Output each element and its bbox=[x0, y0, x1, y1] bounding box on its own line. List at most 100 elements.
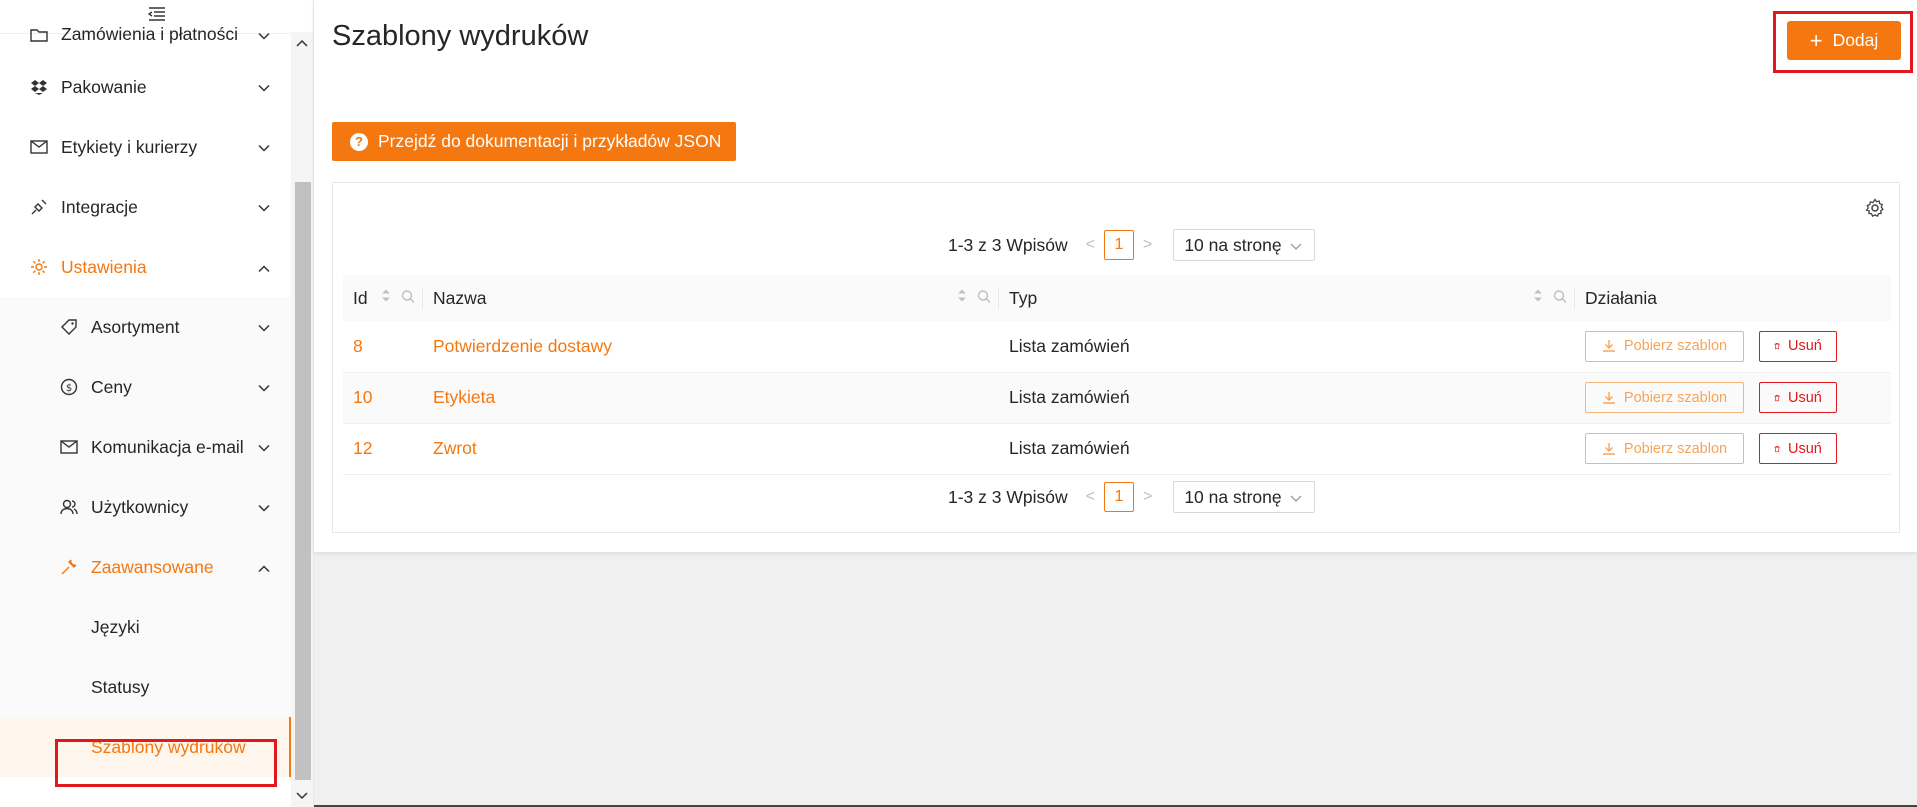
sidebar-item-settings[interactable]: Ustawienia bbox=[0, 237, 292, 297]
sidebar-item-assortment[interactable]: Asortyment bbox=[0, 297, 292, 357]
sidebar-item-integrations[interactable]: Integracje bbox=[0, 177, 292, 237]
sidebar-scrollbar[interactable] bbox=[291, 32, 313, 807]
docs-button[interactable]: ? Przejdź do dokumentacji i przykładów J… bbox=[332, 122, 736, 161]
add-button-label: Dodaj bbox=[1832, 30, 1879, 50]
users-icon bbox=[58, 496, 80, 518]
sidebar-item-prices[interactable]: $ Ceny bbox=[0, 357, 292, 417]
sidebar-item-label: Integracje bbox=[61, 196, 138, 217]
mail-icon bbox=[58, 436, 80, 458]
chevron-down-icon bbox=[1290, 235, 1302, 256]
download-label: Pobierz szablon bbox=[1623, 389, 1728, 406]
search-icon[interactable] bbox=[1553, 288, 1567, 309]
table-row: 12 Zwrot Lista zamówień Pobierz szablon … bbox=[343, 423, 1891, 475]
sidebar-item-orders[interactable]: Zamówienia i płatności bbox=[0, 12, 292, 57]
trash-icon bbox=[1774, 394, 1780, 401]
row-id[interactable]: 12 bbox=[343, 423, 423, 475]
sidebar-item-labels-couriers[interactable]: Etykiety i kurierzy bbox=[0, 117, 292, 177]
table-row: 8 Potwierdzenie dostawy Lista zamówień P… bbox=[343, 321, 1891, 373]
chevron-down-icon bbox=[258, 377, 270, 398]
delete-button[interactable]: Usuń bbox=[1758, 433, 1837, 464]
download-template-button[interactable]: Pobierz szablon bbox=[1585, 433, 1744, 464]
chevron-down-icon bbox=[1290, 487, 1302, 508]
sidebar-item-label: Ustawienia bbox=[61, 256, 147, 277]
trash-icon bbox=[1774, 343, 1780, 350]
page-number-current[interactable]: 1 bbox=[1103, 230, 1134, 260]
chevron-up-icon bbox=[258, 557, 270, 578]
column-tools bbox=[381, 288, 415, 309]
search-icon[interactable] bbox=[977, 288, 991, 309]
scrollbar-thumb[interactable] bbox=[295, 182, 311, 780]
sidebar-item-email[interactable]: Komunikacja e-mail bbox=[0, 417, 292, 477]
settings-submenu: Asortyment $ Ceny Komunikacja e-mail Uży… bbox=[0, 297, 292, 777]
column-header-label: Nazwa bbox=[433, 287, 487, 308]
delete-label: Usuń bbox=[1788, 338, 1822, 355]
row-type: Lista zamówień bbox=[999, 321, 1575, 373]
delete-button[interactable]: Usuń bbox=[1758, 382, 1837, 413]
sidebar-item-packing[interactable]: Pakowanie bbox=[0, 57, 292, 117]
templates-table-card: 1-3 z 3 Wpisów < 1 > 10 na stronę Id Naz… bbox=[332, 182, 1900, 533]
page-number-current[interactable]: 1 bbox=[1103, 482, 1134, 512]
page-size-value: 10 na stronę bbox=[1184, 486, 1282, 507]
page-size-select[interactable]: 10 na stronę bbox=[1173, 229, 1316, 261]
delete-button[interactable]: Usuń bbox=[1758, 330, 1837, 362]
download-label: Pobierz szablon bbox=[1623, 338, 1728, 355]
page-size-select[interactable]: 10 na stronę bbox=[1173, 481, 1316, 513]
add-button[interactable]: + Dodaj bbox=[1787, 21, 1901, 60]
dollar-icon: $ bbox=[58, 376, 80, 398]
column-header-actions: Działania bbox=[1575, 275, 1891, 321]
docs-button-label: Przejdź do dokumentacji i przykładów JSO… bbox=[378, 131, 722, 151]
svg-text:$: $ bbox=[66, 383, 72, 394]
sort-icon[interactable] bbox=[381, 288, 391, 309]
scroll-up-icon[interactable] bbox=[291, 32, 313, 54]
row-name-link[interactable]: Potwierdzenie dostawy bbox=[423, 321, 999, 373]
download-template-button[interactable]: Pobierz szablon bbox=[1585, 382, 1744, 413]
sort-icon[interactable] bbox=[1533, 288, 1543, 309]
sidebar-item-users[interactable]: Użytkownicy bbox=[0, 477, 292, 537]
sidebar-item-label: Zaawansowane bbox=[91, 556, 214, 577]
download-icon bbox=[1602, 442, 1615, 455]
column-header-label: Id bbox=[353, 287, 368, 308]
row-id[interactable]: 8 bbox=[343, 321, 423, 373]
download-template-button[interactable]: Pobierz szablon bbox=[1585, 330, 1744, 362]
sidebar-item-statuses[interactable]: Statusy bbox=[0, 657, 292, 717]
sidebar-item-languages[interactable]: Języki bbox=[0, 597, 292, 657]
row-name-link[interactable]: Etykieta bbox=[423, 372, 999, 424]
folder-icon bbox=[28, 24, 50, 46]
download-label: Pobierz szablon bbox=[1623, 440, 1728, 457]
main-content: Szablony wydruków + Dodaj ? Przejdź do d… bbox=[314, 0, 1917, 552]
sidebar-item-print-templates[interactable]: Szablony wydruków bbox=[0, 717, 292, 777]
column-header-name[interactable]: Nazwa bbox=[423, 275, 999, 321]
page-title: Szablony wydruków bbox=[332, 20, 589, 52]
prev-page-icon[interactable]: < bbox=[1086, 488, 1095, 506]
gear-icon[interactable] bbox=[1865, 198, 1885, 223]
sidebar-item-advanced[interactable]: Zaawansowane bbox=[0, 537, 292, 597]
column-header-type[interactable]: Typ bbox=[999, 275, 1575, 321]
question-icon: ? bbox=[350, 132, 368, 151]
pagination-top: 1-3 z 3 Wpisów < 1 > 10 na stronę bbox=[948, 229, 1316, 261]
advanced-submenu: Języki Statusy Szablony wydruków bbox=[0, 597, 292, 777]
next-page-icon[interactable]: > bbox=[1143, 488, 1152, 506]
dropbox-icon bbox=[28, 76, 50, 98]
delete-label: Usuń bbox=[1788, 389, 1822, 406]
scroll-down-icon[interactable] bbox=[291, 785, 313, 807]
next-page-icon[interactable]: > bbox=[1143, 236, 1152, 254]
sort-icon[interactable] bbox=[957, 288, 967, 309]
column-header-label: Działania bbox=[1585, 287, 1657, 308]
column-header-id[interactable]: Id bbox=[343, 275, 423, 321]
prev-page-icon[interactable]: < bbox=[1086, 236, 1095, 254]
trash-icon bbox=[1774, 445, 1780, 452]
table-row: 10 Etykieta Lista zamówień Pobierz szabl… bbox=[343, 372, 1891, 424]
column-tools bbox=[1533, 288, 1567, 309]
pagination-summary: 1-3 z 3 Wpisów bbox=[948, 486, 1068, 507]
row-name-link[interactable]: Zwrot bbox=[423, 423, 999, 475]
column-header-label: Typ bbox=[1009, 287, 1038, 308]
tag-icon bbox=[58, 316, 80, 338]
download-icon bbox=[1602, 391, 1615, 404]
pagination-summary: 1-3 z 3 Wpisów bbox=[948, 234, 1068, 255]
search-icon[interactable] bbox=[401, 288, 415, 309]
row-actions: Pobierz szablon Usuń bbox=[1575, 321, 1891, 373]
sidebar-item-label: Pakowanie bbox=[61, 76, 147, 97]
row-id[interactable]: 10 bbox=[343, 372, 423, 424]
plus-icon: + bbox=[1809, 27, 1823, 53]
sidebar-item-label: Etykiety i kurierzy bbox=[61, 136, 198, 157]
